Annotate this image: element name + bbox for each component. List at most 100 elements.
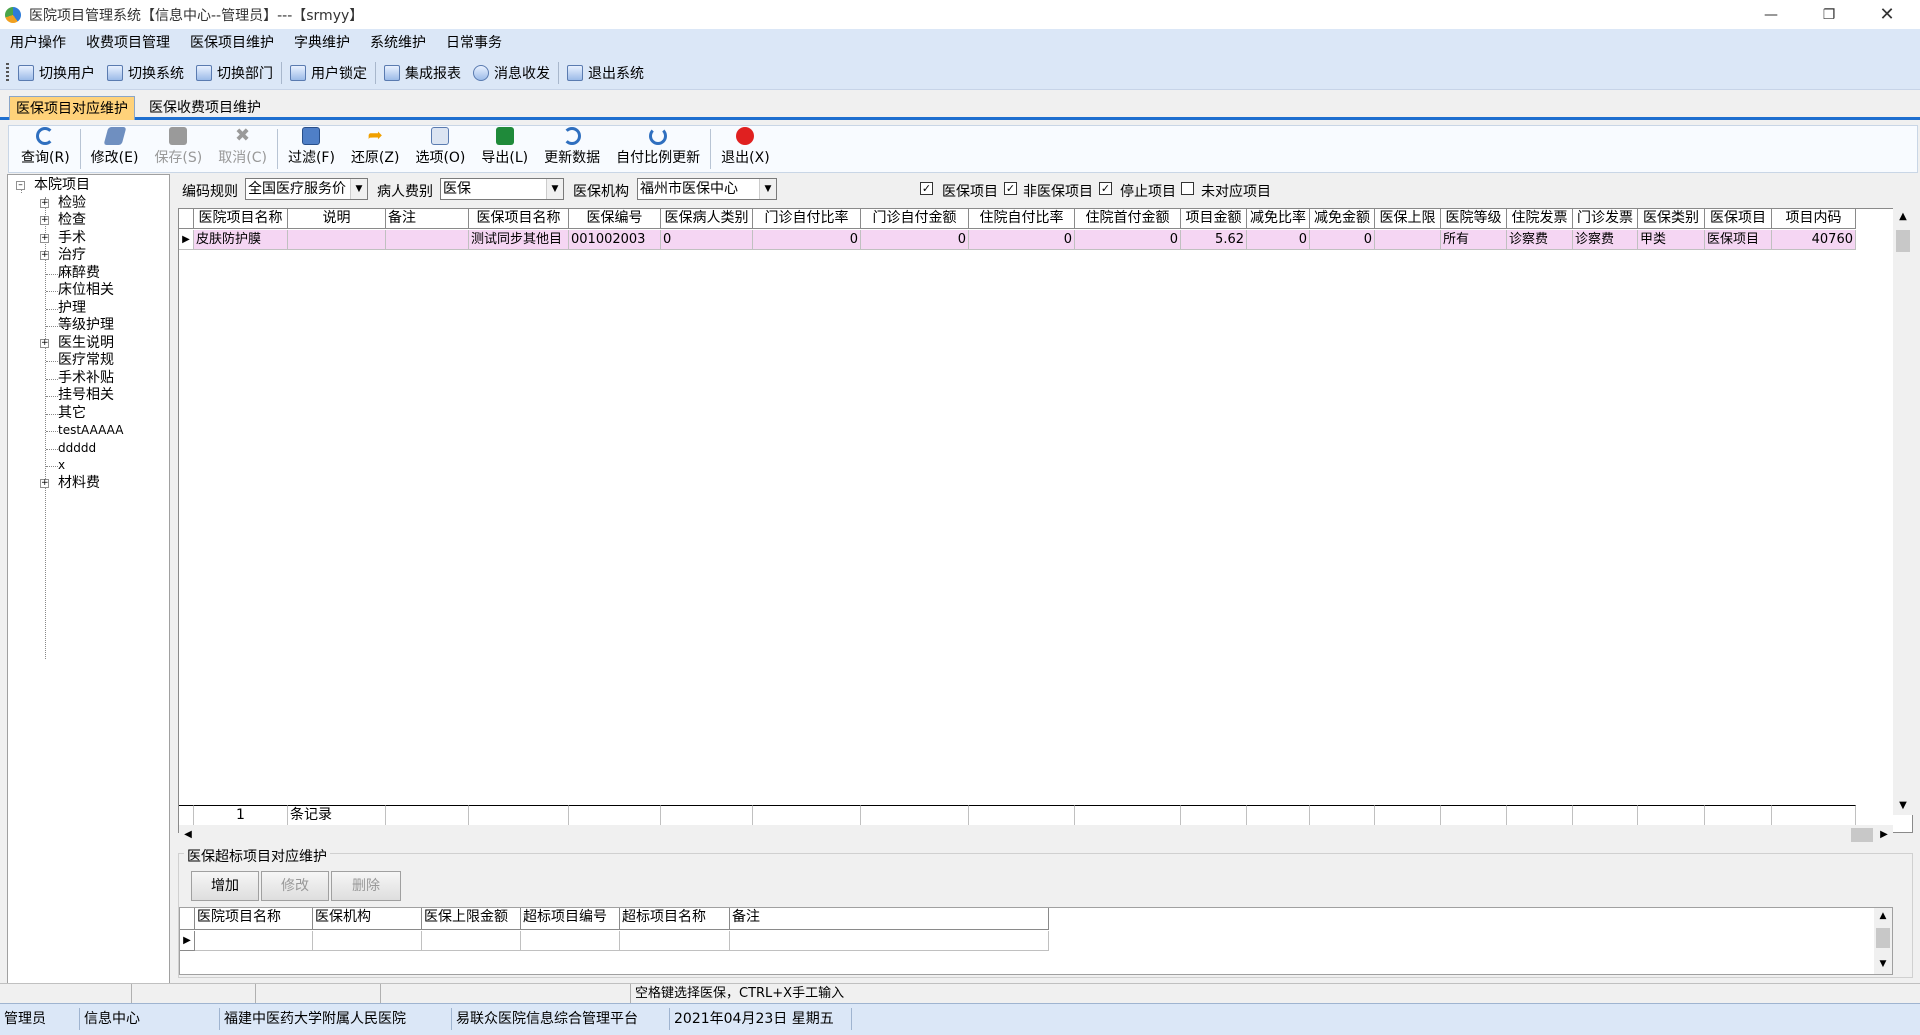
table-cell[interactable]: 诊察费: [1507, 230, 1573, 250]
table-cell[interactable]: [521, 931, 620, 951]
switch-dept-button[interactable]: 切换部门: [190, 60, 279, 86]
tree-item[interactable]: + 治疗: [8, 247, 169, 265]
tree-item[interactable]: + 检查: [8, 212, 169, 230]
table-cell[interactable]: 0: [969, 230, 1075, 250]
scroll-thumb[interactable]: [1896, 230, 1910, 252]
export-button[interactable]: 导出(L): [473, 126, 536, 172]
table-cell[interactable]: [386, 230, 469, 250]
scroll-thumb[interactable]: [1876, 928, 1890, 948]
column-header[interactable]: 医院项目名称: [194, 209, 288, 229]
table-cell[interactable]: 0: [661, 230, 753, 250]
dropdown-arrow-icon[interactable]: ▼: [350, 179, 367, 199]
column-header[interactable]: 医保病人类别: [661, 209, 753, 229]
table-cell[interactable]: 甲类: [1638, 230, 1705, 250]
ratio-update-button[interactable]: 自付比例更新: [608, 126, 708, 172]
grid-horizontal-scrollbar[interactable]: ◀ ▶: [179, 825, 1893, 845]
project-tree[interactable]: – 本院项目 + 检验 + 检查 + 手术 + 治疗 麻醉费 床位相关 护理 等级护理 …: [7, 174, 170, 984]
table-cell[interactable]: [1375, 230, 1441, 250]
add-button[interactable]: 增加: [191, 871, 259, 901]
table-cell[interactable]: [288, 230, 386, 250]
column-header[interactable]: 减免比率: [1247, 209, 1310, 229]
table-cell[interactable]: 001002003: [569, 230, 661, 250]
restore-button[interactable]: ➦ 还原(Z): [343, 126, 408, 172]
tree-item[interactable]: + 检验: [8, 195, 169, 213]
column-header[interactable]: 超标项目名称: [620, 908, 730, 930]
scroll-up-icon[interactable]: ▲: [1893, 208, 1913, 226]
column-header[interactable]: 医保上限金额: [422, 908, 521, 930]
options-button[interactable]: 选项(O): [407, 126, 473, 172]
table-cell[interactable]: 医保项目: [1705, 230, 1772, 250]
column-header[interactable]: 住院自付比率: [969, 209, 1075, 229]
menu-charge-items[interactable]: 收费项目管理: [76, 29, 180, 57]
exit-button[interactable]: 退出(X): [713, 126, 778, 172]
tree-item[interactable]: 麻醉费: [8, 265, 169, 283]
collapse-icon[interactable]: –: [16, 181, 25, 190]
edit-button[interactable]: 修改: [261, 871, 329, 901]
dropdown-arrow-icon[interactable]: ▼: [759, 179, 776, 199]
tree-item[interactable]: 挂号相关: [8, 387, 169, 405]
table-cell[interactable]: [195, 931, 313, 951]
scroll-left-icon[interactable]: ◀: [179, 825, 197, 845]
scroll-up-icon[interactable]: ▲: [1874, 908, 1892, 924]
column-header[interactable]: 医院项目名称: [195, 908, 313, 930]
tab-insurance-mapping[interactable]: 医保项目对应维护: [9, 96, 135, 120]
menu-daily[interactable]: 日常事务: [436, 29, 512, 57]
close-button[interactable]: ✕: [1864, 0, 1910, 29]
query-button[interactable]: 查询(R): [9, 126, 78, 172]
table-cell[interactable]: 0: [1075, 230, 1181, 250]
exit-system-button[interactable]: 退出系统: [561, 60, 650, 86]
table-cell[interactable]: [422, 931, 521, 951]
column-header[interactable]: 医保类别: [1638, 209, 1705, 229]
menu-insurance-items[interactable]: 医保项目维护: [180, 29, 284, 57]
tree-item[interactable]: 手术补贴: [8, 370, 169, 388]
table-cell[interactable]: 测试同步其他目: [469, 230, 569, 250]
table-cell[interactable]: [620, 931, 730, 951]
column-header[interactable]: 项目内码: [1772, 209, 1856, 229]
tree-item[interactable]: + 手术: [8, 230, 169, 248]
column-header[interactable]: 门诊自付比率: [753, 209, 861, 229]
expand-icon[interactable]: +: [40, 338, 49, 348]
table-cell[interactable]: 0: [1310, 230, 1375, 250]
table-cell[interactable]: 5.62: [1181, 230, 1247, 250]
row-pointer-icon[interactable]: ▶: [180, 931, 195, 951]
column-header[interactable]: 住院首付金额: [1075, 209, 1181, 229]
column-header[interactable]: 备注: [386, 209, 469, 229]
column-header[interactable]: 医院等级: [1441, 209, 1507, 229]
tree-item[interactable]: 其它: [8, 405, 169, 423]
switch-user-button[interactable]: 切换用户: [12, 60, 101, 86]
save-button[interactable]: 保存(S): [146, 126, 210, 172]
table-cell[interactable]: [313, 931, 422, 951]
tree-item[interactable]: 床位相关: [8, 282, 169, 300]
delete-button[interactable]: 删除: [331, 871, 401, 901]
messages-button[interactable]: 消息收发: [467, 60, 556, 86]
tree-item[interactable]: + 医生说明: [8, 335, 169, 353]
filter-button[interactable]: 过滤(F): [280, 126, 343, 172]
menu-dictionary[interactable]: 字典维护: [284, 29, 360, 57]
column-header[interactable]: 门诊发票: [1573, 209, 1638, 229]
update-data-button[interactable]: 更新数据: [536, 126, 608, 172]
column-header[interactable]: 医保上限: [1375, 209, 1441, 229]
menu-user-ops[interactable]: 用户操作: [0, 29, 76, 57]
row-pointer-icon[interactable]: ▶: [179, 230, 194, 250]
edit-button[interactable]: 修改(E): [83, 126, 147, 172]
expand-icon[interactable]: +: [40, 216, 49, 225]
column-header[interactable]: 医保项目: [1705, 209, 1772, 229]
lock-user-button[interactable]: 用户锁定: [284, 60, 373, 86]
insurance-items-checkbox[interactable]: ✓: [920, 182, 933, 195]
minimize-button[interactable]: —: [1748, 0, 1794, 29]
stopped-items-checkbox[interactable]: ✓: [1099, 182, 1112, 195]
expand-icon[interactable]: +: [40, 233, 49, 243]
dropdown-arrow-icon[interactable]: ▼: [546, 179, 563, 199]
expand-icon[interactable]: +: [40, 478, 49, 488]
table-cell[interactable]: 0: [1247, 230, 1310, 250]
overlimit-grid[interactable]: 医院项目名称 医保机构 医保上限金额 超标项目编号 超标项目名称 备注 ▶ ▲ …: [179, 907, 1893, 975]
tab-insurance-charges[interactable]: 医保收费项目维护: [143, 96, 267, 120]
column-header[interactable]: 住院发票: [1507, 209, 1573, 229]
tree-item[interactable]: 等级护理: [8, 317, 169, 335]
column-header[interactable]: 说明: [288, 209, 386, 229]
grid-vertical-scrollbar[interactable]: ▲ ▼: [1893, 208, 1913, 815]
column-header[interactable]: 备注: [730, 908, 1049, 930]
agency-select[interactable]: 福州市医保中心 ▼: [637, 178, 777, 200]
tree-root[interactable]: – 本院项目: [8, 177, 169, 195]
table-cell[interactable]: 0: [753, 230, 861, 250]
